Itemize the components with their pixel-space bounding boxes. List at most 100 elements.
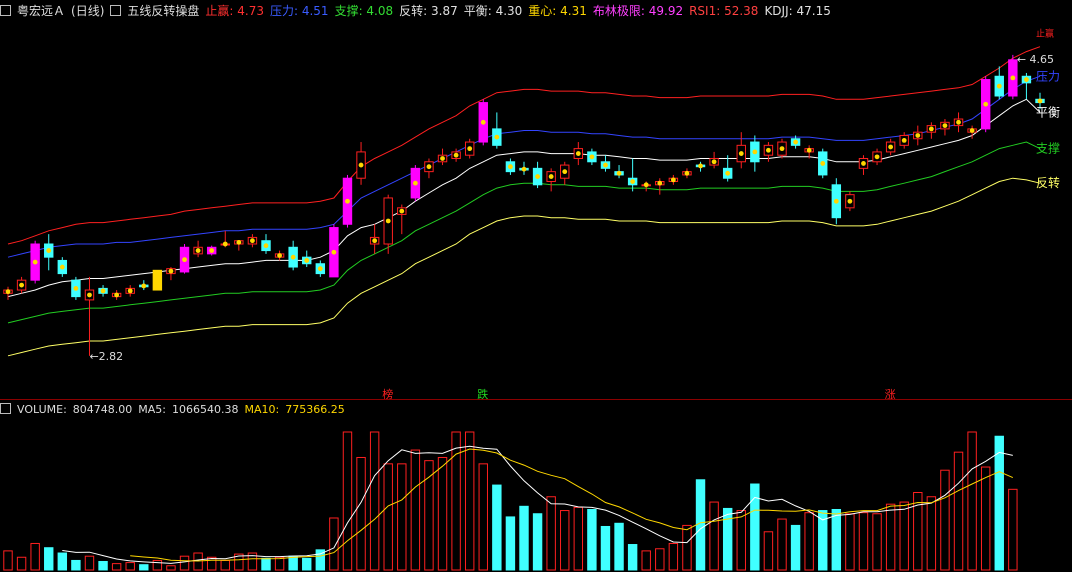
- gravity-dot: [861, 161, 866, 166]
- gravity-dot: [412, 180, 418, 186]
- gravity-dot: [643, 182, 649, 188]
- volume-header: VOLUME: 804748.00 MA5: 1066540.38 MA10: 77536…: [0, 403, 351, 419]
- volume-bar: [627, 544, 638, 571]
- volume-series: [3, 431, 1018, 571]
- volume-bar: [994, 435, 1004, 571]
- volume-bar: [790, 524, 801, 571]
- gravity-dot: [5, 289, 11, 295]
- ma5-label: MA5:: [138, 403, 167, 416]
- indicator-item: 平衡: 4.30: [463, 4, 523, 18]
- candlestick-series: [3, 54, 1045, 356]
- stock-name: 粤宏远Ａ: [17, 4, 66, 18]
- gravity-dot: [304, 258, 310, 263]
- gravity-dot: [915, 133, 921, 138]
- gravity-dot: [969, 128, 975, 133]
- gravity-dot: [168, 268, 174, 274]
- gravity-dot: [548, 174, 554, 179]
- volume-bar: [261, 557, 271, 571]
- gravity-dot: [983, 101, 989, 107]
- gravity-dot: [277, 253, 282, 258]
- volume-bar: [614, 522, 624, 571]
- volume-bar: [342, 431, 353, 571]
- volume-bar: [804, 512, 814, 571]
- low-label: ←2.82: [89, 350, 123, 363]
- balance-line: [7, 98, 1041, 298]
- volume-bar: [71, 559, 81, 571]
- indicator-item: RSI1: 52.38: [689, 4, 759, 18]
- gravity-dot: [263, 243, 269, 249]
- gravity-dot: [209, 248, 215, 253]
- gravity-dot: [738, 151, 744, 156]
- indicator-checkbox[interactable]: [110, 5, 122, 16]
- volume-bar: [845, 513, 855, 571]
- gravity-dot: [956, 119, 961, 125]
- volume-bar: [872, 513, 882, 571]
- volume-bar: [410, 449, 421, 571]
- volume-bar: [329, 517, 339, 571]
- volume-bar: [831, 508, 842, 571]
- gravity-dot: [630, 179, 636, 184]
- indicator-item: KDJJ: 47.15: [764, 4, 831, 18]
- gravity-dot: [182, 257, 187, 263]
- volume-bar: [980, 466, 991, 571]
- gravity-dot: [575, 151, 581, 156]
- volume-bar: [3, 550, 13, 571]
- volume-bar: [98, 561, 108, 571]
- gravity-dot: [521, 166, 527, 172]
- gravity-dot: [725, 170, 731, 176]
- ma10-value: 775366.25: [285, 403, 345, 416]
- indicator-item: 布林极限: 49.92: [592, 4, 684, 18]
- volume-bar: [44, 547, 54, 571]
- volume-bar: [546, 496, 556, 571]
- gravity-dot: [59, 264, 65, 270]
- volume-bar: [885, 503, 896, 571]
- gravity-dot: [1037, 98, 1043, 104]
- price-annotations: 止赢压力平衡支撑反转← 4.65←2.82榜跌涨: [89, 28, 1060, 401]
- volume-bar: [722, 507, 733, 571]
- volume-bar: [777, 518, 787, 571]
- indicator-item: 压力: 4.51: [269, 4, 329, 18]
- volume-bar: [220, 559, 230, 571]
- gravity-dot: [345, 198, 350, 204]
- gravity-dot: [440, 156, 445, 161]
- gravity-dot: [698, 163, 703, 169]
- volume-bar: [587, 508, 597, 571]
- gravity-dot: [114, 292, 120, 298]
- gravity-dot: [46, 248, 52, 253]
- gravity-dot: [711, 159, 717, 165]
- line-label: 反转: [1036, 175, 1060, 190]
- period-label: (日线): [71, 4, 105, 18]
- volume-bar: [682, 524, 692, 571]
- indicator-item: 止赢: 4.73: [205, 4, 264, 18]
- volume-bar: [736, 510, 746, 571]
- gravity-dot: [603, 162, 608, 168]
- gravity-dot: [494, 134, 500, 140]
- high-label: ← 4.65: [1017, 53, 1054, 66]
- gravity-dot: [1010, 75, 1016, 81]
- volume-bar: [288, 555, 298, 571]
- gravity-dot: [616, 170, 622, 176]
- gravity-dot: [1024, 77, 1029, 82]
- price-indicator-lines: [7, 46, 1041, 357]
- gravity-dot: [779, 146, 785, 152]
- volume-checkbox[interactable]: [0, 403, 11, 414]
- volume-bar: [560, 510, 570, 571]
- volume-bar: [492, 484, 502, 571]
- gravity-dot: [901, 138, 907, 143]
- gravity-dot: [888, 144, 894, 150]
- gravity-dot: [426, 164, 432, 170]
- gravity-dot: [942, 123, 948, 128]
- gravity-dot: [358, 162, 364, 168]
- gravity-dot: [766, 147, 771, 153]
- volume-bar: [111, 563, 122, 571]
- volume-bar: [641, 550, 651, 571]
- volume-bar: [16, 556, 27, 571]
- indicator-values: 止赢: 4.73 压力: 4.51 支撑: 4.08 反转: 3.87 平衡: 4.30…: [205, 4, 836, 18]
- header-checkbox[interactable]: [0, 5, 11, 16]
- volume-bar: [940, 469, 950, 571]
- gravity-dot: [670, 177, 676, 183]
- volume-bar: [383, 463, 393, 571]
- gravity-dot: [87, 292, 92, 298]
- volume-bar: [125, 562, 135, 571]
- volume-bar: [437, 456, 448, 571]
